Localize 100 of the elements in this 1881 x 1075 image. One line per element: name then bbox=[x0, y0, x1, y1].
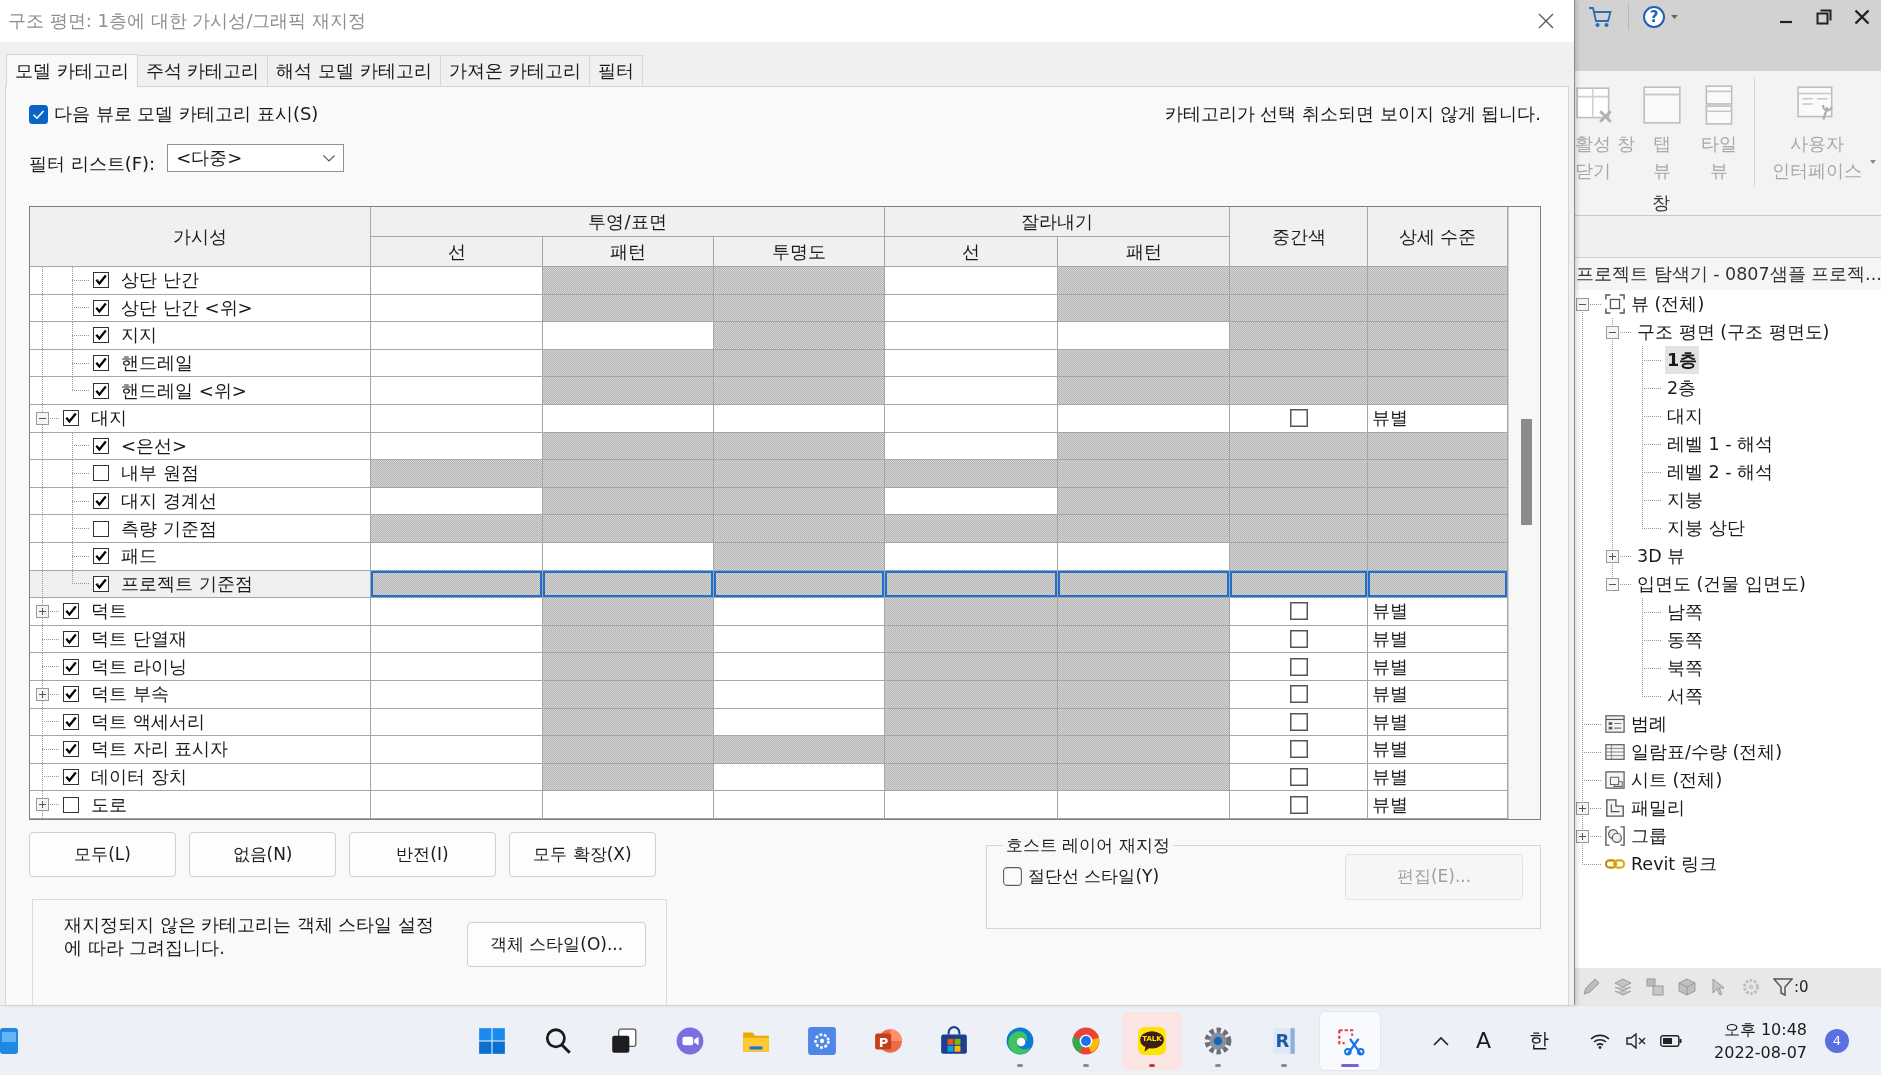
tree-item[interactable]: 북쪽 bbox=[1665, 654, 1705, 682]
tree-item[interactable]: 레벨 2 - 해석 bbox=[1665, 458, 1776, 486]
override-cell[interactable] bbox=[714, 763, 885, 792]
detail-level-cell[interactable]: 뷰별 bbox=[1368, 680, 1508, 709]
detail-level-cell[interactable]: 뷰별 bbox=[1368, 625, 1508, 654]
checkbox-label[interactable]: 다음 뷰로 모델 카테고리 표시(S) bbox=[54, 102, 319, 126]
override-cell[interactable] bbox=[885, 322, 1058, 350]
visibility-checkbox[interactable] bbox=[93, 520, 109, 537]
halftone-checkbox[interactable] bbox=[1289, 685, 1308, 704]
visibility-checkbox[interactable] bbox=[63, 410, 79, 427]
override-cell[interactable] bbox=[885, 487, 1058, 516]
category-cell[interactable]: 지지 bbox=[30, 322, 371, 350]
scrollbar-track[interactable] bbox=[1508, 207, 1540, 819]
override-cell[interactable] bbox=[543, 542, 714, 571]
override-cell[interactable] bbox=[885, 267, 1058, 295]
detail-level-cell[interactable]: 뷰별 bbox=[1368, 404, 1508, 433]
override-cell[interactable] bbox=[371, 791, 543, 819]
override-cell[interactable] bbox=[885, 377, 1058, 405]
tree-item[interactable]: 3D 뷰 bbox=[1635, 542, 1688, 570]
wifi-icon[interactable] bbox=[1590, 1032, 1610, 1049]
category-cell[interactable]: 패드 bbox=[30, 542, 371, 571]
category-cell[interactable]: 데이터 장치 bbox=[30, 763, 371, 792]
tree-item[interactable]: 입면도 (건물 입면도) bbox=[1635, 570, 1808, 598]
override-cell[interactable] bbox=[371, 487, 543, 516]
category-cell[interactable]: 측량 기준점 bbox=[30, 515, 371, 543]
override-cell[interactable] bbox=[714, 598, 885, 626]
detail-level-cell[interactable]: 뷰별 bbox=[1368, 653, 1508, 681]
visibility-checkbox[interactable] bbox=[93, 327, 109, 344]
visibility-checkbox[interactable] bbox=[93, 548, 109, 565]
visibility-checkbox[interactable] bbox=[93, 493, 109, 510]
category-cell[interactable]: 덕트 부속 bbox=[30, 680, 371, 709]
tree-item[interactable]: Revit 링크 bbox=[1629, 850, 1719, 878]
category-cell[interactable]: 도로 bbox=[30, 791, 371, 819]
visibility-checkbox[interactable] bbox=[93, 382, 109, 399]
muted-speaker-icon[interactable] bbox=[1626, 1032, 1646, 1049]
tree-toggle[interactable] bbox=[1606, 577, 1619, 591]
override-cell[interactable] bbox=[371, 542, 543, 571]
cube-icon[interactable] bbox=[1677, 976, 1697, 997]
tree-toggle[interactable] bbox=[36, 798, 49, 812]
override-cell[interactable] bbox=[371, 598, 543, 626]
filter-list-dropdown[interactable]: <다중> bbox=[167, 144, 345, 172]
tree-toggle[interactable] bbox=[1606, 549, 1619, 563]
override-cell[interactable] bbox=[1058, 791, 1230, 819]
tree-toggle[interactable] bbox=[1606, 325, 1619, 339]
override-cell[interactable] bbox=[885, 294, 1058, 323]
tree-item[interactable]: 뷰 (전체) bbox=[1629, 290, 1707, 318]
action-button[interactable]: 없음(N) bbox=[189, 831, 336, 877]
category-cell[interactable]: 대지 경계선 bbox=[30, 487, 371, 516]
tree-toggle[interactable] bbox=[1576, 801, 1589, 815]
halftone-checkbox[interactable] bbox=[1289, 768, 1308, 786]
restore-icon[interactable] bbox=[1816, 9, 1832, 25]
pencil-icon[interactable] bbox=[1581, 976, 1601, 997]
override-cell[interactable] bbox=[714, 404, 885, 433]
battery-icon[interactable] bbox=[1660, 1034, 1682, 1047]
override-cell[interactable] bbox=[714, 708, 885, 737]
override-cell[interactable] bbox=[714, 625, 885, 654]
override-cell[interactable] bbox=[1058, 404, 1230, 433]
tree-toggle[interactable] bbox=[1576, 829, 1589, 843]
visibility-checkbox[interactable] bbox=[63, 603, 79, 620]
clock-date[interactable]: 2022-08-07 bbox=[1714, 1042, 1807, 1062]
input-mode-indicator[interactable]: A bbox=[1475, 1028, 1491, 1053]
detail-level-cell[interactable]: 뷰별 bbox=[1368, 708, 1508, 737]
category-cell[interactable]: 덕트 액세서리 bbox=[30, 708, 371, 737]
checkbox[interactable] bbox=[1003, 866, 1022, 886]
halftone-checkbox[interactable] bbox=[1289, 712, 1308, 731]
category-cell[interactable]: 핸드레일 bbox=[30, 349, 371, 378]
visibility-checkbox[interactable] bbox=[93, 575, 109, 592]
visibility-checkbox[interactable] bbox=[93, 272, 109, 289]
object-styles-button[interactable]: 객체 스타일(O)... bbox=[467, 921, 646, 967]
halftone-checkbox[interactable] bbox=[1289, 795, 1308, 814]
detail-level-cell[interactable]: 뷰별 bbox=[1368, 598, 1508, 626]
visibility-checkbox[interactable] bbox=[93, 465, 109, 482]
halftone-checkbox[interactable] bbox=[1289, 409, 1308, 428]
scrollbar-thumb[interactable] bbox=[1521, 419, 1532, 525]
tree-item[interactable]: 1층 bbox=[1665, 346, 1700, 374]
tree-item[interactable]: 패밀리 bbox=[1629, 794, 1687, 822]
visibility-checkbox[interactable] bbox=[93, 437, 109, 454]
category-cell[interactable]: 덕트 단열재 bbox=[30, 625, 371, 654]
tree-item[interactable]: 레벨 1 - 해석 bbox=[1665, 430, 1776, 458]
category-cell[interactable]: 덕트 자리 표시자 bbox=[30, 736, 371, 764]
tree-toggle[interactable] bbox=[1576, 297, 1589, 311]
override-cell[interactable] bbox=[371, 653, 543, 681]
tab[interactable]: 필터 bbox=[588, 55, 643, 86]
override-cell[interactable] bbox=[371, 763, 543, 792]
detail-level-cell[interactable]: 뷰별 bbox=[1368, 791, 1508, 819]
language-indicator[interactable]: 한 bbox=[1529, 1027, 1549, 1054]
detail-level-cell[interactable]: 뷰별 bbox=[1368, 763, 1508, 792]
tree-item[interactable]: 시트 (전체) bbox=[1629, 766, 1725, 794]
visibility-checkbox[interactable] bbox=[93, 299, 109, 316]
tree-item[interactable]: 범례 bbox=[1629, 710, 1669, 738]
visibility-checkbox[interactable] bbox=[63, 713, 79, 730]
visibility-checkbox[interactable] bbox=[63, 658, 79, 675]
checkbox-label[interactable]: 절단선 스타일(Y) bbox=[1028, 864, 1160, 888]
override-cell[interactable] bbox=[371, 625, 543, 654]
visibility-checkbox[interactable] bbox=[63, 686, 79, 703]
cart-icon[interactable] bbox=[1588, 6, 1612, 28]
override-cell[interactable] bbox=[371, 349, 543, 378]
override-cell[interactable] bbox=[885, 432, 1058, 461]
override-cell[interactable] bbox=[371, 736, 543, 764]
override-cell[interactable] bbox=[371, 267, 543, 295]
